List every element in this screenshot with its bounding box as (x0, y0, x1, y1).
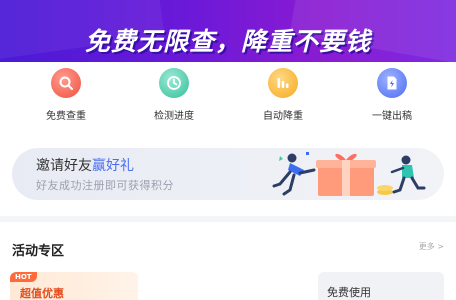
chevron-right-icon: > (434, 242, 444, 251)
promo-card-free[interactable]: 免费使用 (318, 272, 444, 300)
invite-title: 邀请好友赢好礼 (36, 155, 134, 175)
quick-actions: 免费查重 检测进度 自动降重 一键出稿 (0, 68, 456, 130)
invite-title-prefix: 邀请好友 (36, 158, 92, 174)
invite-subtitle: 好友成功注册即可获得积分 (36, 179, 174, 192)
action-label: 检测进度 (154, 111, 194, 122)
hot-badge: HOT (10, 272, 37, 282)
app-page: { "banner": { "title": "免费无限查，降重不要钱" }, … (0, 0, 456, 300)
action-label: 一键出稿 (372, 111, 412, 122)
activity-section-title: 活动专区 (12, 244, 65, 259)
action-generate-draft[interactable]: 一键出稿 (347, 68, 437, 122)
promo-card-title: 超值优惠 (20, 287, 64, 300)
invite-illustration (272, 152, 426, 196)
clock-icon (159, 68, 189, 98)
promo-banner[interactable]: 免费无限查，降重不要钱 (0, 0, 456, 62)
promo-card-deals[interactable]: HOT 超值优惠 (10, 272, 138, 300)
action-label: 免费查重 (46, 111, 86, 122)
invite-title-highlight: 赢好礼 (92, 158, 134, 174)
action-free-check[interactable]: 免费查重 (21, 68, 111, 122)
action-label: 自动降重 (263, 111, 303, 122)
promo-card-title: 免费使用 (327, 286, 371, 299)
section-divider (0, 216, 456, 222)
banner-title: 免费无限查，降重不要钱 (84, 27, 371, 56)
more-link-label: 更多 (418, 242, 435, 251)
search-icon (51, 68, 81, 98)
action-auto-rewrite[interactable]: 自动降重 (238, 68, 328, 122)
bar-chart-icon (268, 68, 298, 98)
document-flash-icon (377, 68, 407, 98)
action-progress[interactable]: 检测进度 (129, 68, 219, 122)
more-link[interactable]: 更多 > (419, 241, 444, 252)
invite-friends-card[interactable]: 邀请好友赢好礼 好友成功注册即可获得积分 (12, 148, 444, 200)
